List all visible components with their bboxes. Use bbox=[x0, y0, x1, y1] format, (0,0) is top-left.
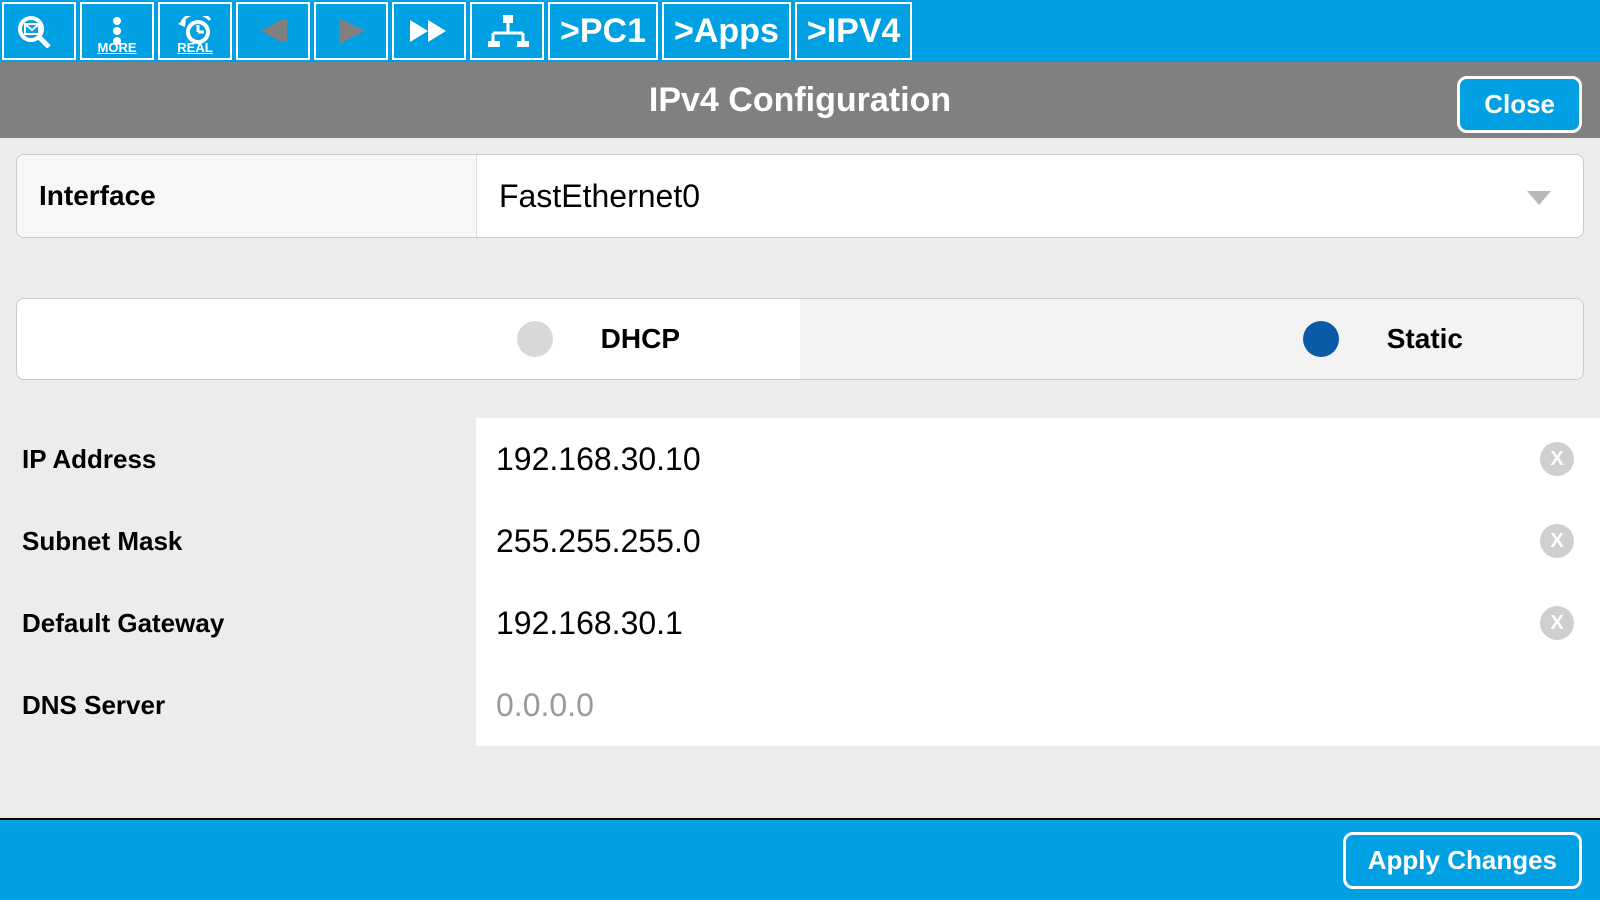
ip-address-value: 192.168.30.10 bbox=[496, 441, 701, 478]
realtime-button[interactable]: REAL bbox=[158, 2, 232, 60]
step-back-button[interactable] bbox=[236, 2, 310, 60]
play-button[interactable] bbox=[314, 2, 388, 60]
real-label: REAL bbox=[177, 40, 212, 55]
interface-selector[interactable]: Interface FastEthernet0 bbox=[16, 154, 1584, 238]
network-topology-icon bbox=[485, 13, 529, 49]
step-back-icon bbox=[251, 16, 295, 46]
breadcrumb-pc1[interactable]: >PC1 bbox=[548, 2, 658, 60]
clear-gw-icon[interactable]: X bbox=[1540, 606, 1574, 640]
dns-server-row: DNS Server 0.0.0.0 bbox=[0, 664, 1600, 746]
clear-ip-icon[interactable]: X bbox=[1540, 442, 1574, 476]
default-gateway-row: Default Gateway 192.168.30.1 X bbox=[0, 582, 1600, 664]
subnet-mask-label: Subnet Mask bbox=[0, 500, 476, 582]
more-button[interactable]: MORE bbox=[80, 2, 154, 60]
default-gateway-label: Default Gateway bbox=[0, 582, 476, 664]
more-label: MORE bbox=[98, 40, 137, 55]
breadcrumb-apps[interactable]: >Apps bbox=[662, 2, 791, 60]
dns-server-value: 0.0.0.0 bbox=[496, 687, 594, 724]
default-gateway-value: 192.168.30.1 bbox=[496, 605, 683, 642]
footer: Apply Changes bbox=[0, 820, 1600, 900]
subnet-mask-value: 255.255.255.0 bbox=[496, 523, 701, 560]
interface-value: FastEthernet0 bbox=[499, 178, 700, 215]
radio-off-icon bbox=[517, 321, 553, 357]
default-gateway-input[interactable]: 192.168.30.1 X bbox=[476, 582, 1600, 664]
clear-mask-icon[interactable]: X bbox=[1540, 524, 1574, 558]
static-label: Static bbox=[1387, 323, 1463, 355]
radio-on-icon bbox=[1303, 321, 1339, 357]
page-title: IPv4 Configuration bbox=[649, 81, 951, 120]
apply-changes-button[interactable]: Apply Changes bbox=[1343, 832, 1582, 889]
play-icon bbox=[329, 14, 373, 48]
addressing-mode: DHCP Static bbox=[16, 298, 1584, 380]
breadcrumb-ipv4[interactable]: >IPV4 bbox=[795, 2, 913, 60]
ip-form: IP Address 192.168.30.10 X Subnet Mask 2… bbox=[0, 418, 1600, 746]
ip-address-input[interactable]: 192.168.30.10 X bbox=[476, 418, 1600, 500]
dhcp-option[interactable]: DHCP bbox=[17, 299, 800, 379]
ip-address-row: IP Address 192.168.30.10 X bbox=[0, 418, 1600, 500]
dns-server-input[interactable]: 0.0.0.0 bbox=[476, 664, 1600, 746]
magnifier-envelope-icon bbox=[15, 14, 63, 48]
interface-label: Interface bbox=[17, 155, 477, 237]
close-button[interactable]: Close bbox=[1457, 76, 1582, 133]
static-option[interactable]: Static bbox=[800, 299, 1583, 379]
inspect-button[interactable] bbox=[2, 2, 76, 60]
topology-button[interactable] bbox=[470, 2, 544, 60]
ip-address-label: IP Address bbox=[0, 418, 476, 500]
interface-value-wrapper: FastEthernet0 bbox=[477, 155, 1583, 237]
top-toolbar: MORE REAL bbox=[0, 0, 1600, 62]
subnet-mask-input[interactable]: 255.255.255.0 X bbox=[476, 500, 1600, 582]
dhcp-label: DHCP bbox=[601, 323, 680, 355]
dns-server-label: DNS Server bbox=[0, 664, 476, 746]
fast-forward-button[interactable] bbox=[392, 2, 466, 60]
subnet-mask-row: Subnet Mask 255.255.255.0 X bbox=[0, 500, 1600, 582]
titlebar: IPv4 Configuration Close bbox=[0, 62, 1600, 138]
fast-forward-icon bbox=[404, 16, 454, 46]
config-body: Interface FastEthernet0 DHCP Static IP A… bbox=[0, 138, 1600, 818]
chevron-down-icon bbox=[1525, 178, 1553, 215]
